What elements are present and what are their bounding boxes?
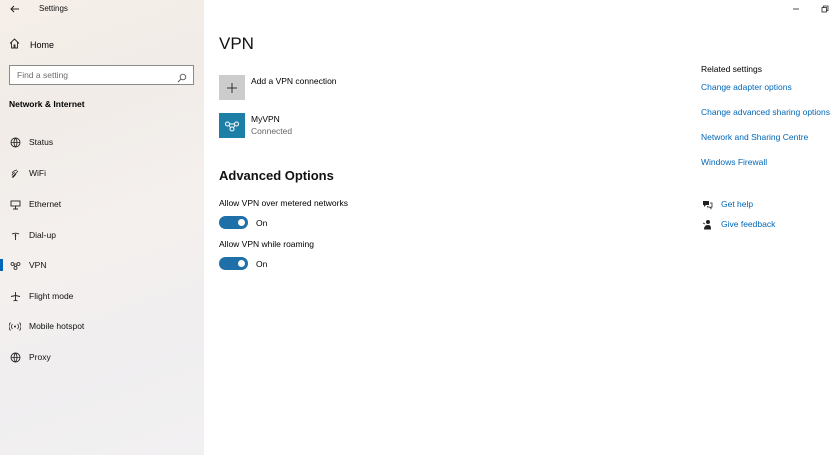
sidebar-item-vpn[interactable]: VPN <box>0 255 204 275</box>
vpn-connection-icon <box>225 121 239 131</box>
link-change-advanced-sharing[interactable]: Change advanced sharing options <box>701 107 830 117</box>
roaming-toggle[interactable] <box>219 257 248 270</box>
sidebar-item-mobile-hotspot[interactable]: Mobile hotspot <box>0 316 204 336</box>
back-arrow-icon[interactable] <box>9 2 21 14</box>
metered-option-label: Allow VPN over metered networks <box>219 198 348 208</box>
plus-icon <box>227 82 237 93</box>
home-label: Home <box>30 40 55 50</box>
sidebar-item-dial-up[interactable]: Dial-up <box>0 225 204 245</box>
search-icon <box>177 70 187 83</box>
roaming-toggle-state: On <box>256 259 268 269</box>
search-placeholder: Find a setting <box>17 70 69 80</box>
main-content: VPN Add a VPN connection MyVPN Connected… <box>204 0 840 455</box>
add-vpn-button[interactable] <box>219 75 245 100</box>
related-settings-title: Related settings <box>701 64 762 74</box>
dial-up-icon <box>9 229 21 241</box>
search-input[interactable]: Find a setting <box>9 65 194 85</box>
app-title: Settings <box>39 4 68 13</box>
sidebar-item-label: Dial-up <box>29 230 56 240</box>
vpn-icon <box>9 259 21 271</box>
sidebar-item-label: Flight mode <box>29 291 74 301</box>
give-feedback-label: Give feedback <box>721 219 776 229</box>
sidebar-item-label: WiFi <box>29 168 46 178</box>
globe-status-icon <box>9 136 21 148</box>
sidebar-item-label: Status <box>29 137 54 147</box>
vpn-connection-name[interactable]: MyVPN <box>251 114 280 124</box>
sidebar-item-wifi[interactable]: WiFi <box>0 163 204 183</box>
restore-icon[interactable] <box>819 3 831 15</box>
advanced-options-title: Advanced Options <box>219 168 334 183</box>
link-change-adapter-options[interactable]: Change adapter options <box>701 82 792 92</box>
ethernet-icon <box>9 198 21 210</box>
add-vpn-label[interactable]: Add a VPN connection <box>251 76 337 86</box>
sidebar-item-label: Ethernet <box>29 199 62 209</box>
get-help-label: Get help <box>721 199 754 209</box>
hotspot-icon <box>9 320 21 332</box>
get-help-link[interactable]: Get help <box>701 198 753 210</box>
sidebar-item-label: VPN <box>29 260 47 270</box>
get-help-icon <box>701 198 713 210</box>
sidebar-item-status[interactable]: Status <box>0 132 204 152</box>
give-feedback-link[interactable]: Give feedback <box>701 218 775 230</box>
home-nav[interactable]: Home <box>9 38 54 52</box>
section-title: Network & Internet <box>9 99 85 109</box>
roaming-option-label: Allow VPN while roaming <box>219 239 314 249</box>
sidebar-item-flight-mode[interactable]: Flight mode <box>0 286 204 306</box>
sidebar-item-proxy[interactable]: Proxy <box>0 347 204 367</box>
wifi-icon <box>9 167 21 179</box>
vpn-connection-status: Connected <box>251 126 293 136</box>
sidebar-item-label: Mobile hotspot <box>29 321 85 331</box>
minimize-icon[interactable] <box>790 3 802 15</box>
link-network-sharing-centre[interactable]: Network and Sharing Centre <box>701 132 808 142</box>
airplane-icon <box>9 290 21 302</box>
link-windows-firewall[interactable]: Windows Firewall <box>701 157 767 167</box>
metered-toggle[interactable] <box>219 216 248 229</box>
sidebar: Settings Home Find a setting Network & I… <box>0 0 204 455</box>
vpn-connection-tile[interactable] <box>219 113 245 138</box>
metered-toggle-state: On <box>256 218 268 228</box>
home-icon <box>9 36 20 54</box>
page-title: VPN <box>219 34 254 53</box>
give-feedback-icon <box>701 218 713 230</box>
globe-icon <box>9 351 21 363</box>
sidebar-item-ethernet[interactable]: Ethernet <box>0 194 204 214</box>
title-bar: Settings <box>0 0 204 18</box>
sidebar-item-label: Proxy <box>29 352 51 362</box>
